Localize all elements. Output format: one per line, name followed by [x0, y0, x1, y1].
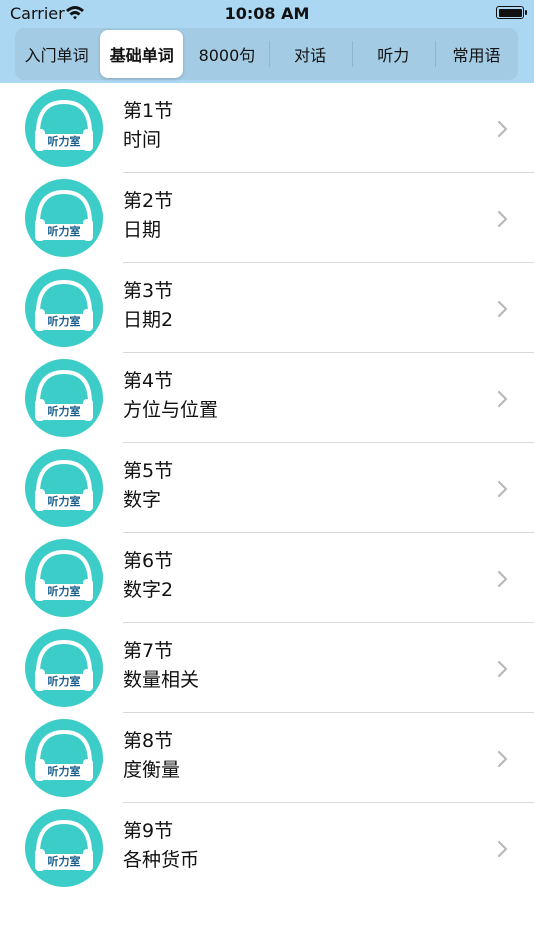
clock: 10:08 AM	[224, 4, 310, 23]
chevron-right-icon	[497, 480, 508, 498]
lesson-title: 日期2	[123, 309, 174, 331]
lesson-section: 第7节	[123, 640, 174, 662]
lesson-section: 第4节	[123, 370, 174, 392]
headphones-icon: 听力室	[25, 359, 103, 437]
icon-badge-text: 听力室	[47, 225, 81, 238]
lesson-section: 第5节	[123, 460, 174, 482]
lesson-row[interactable]: 听力室 第9节各种货币	[0, 803, 534, 893]
lesson-title: 数量相关	[123, 669, 200, 691]
category-segmented-control: 入门单词 基础单词 8000句 对话 听力 常用语	[15, 28, 518, 80]
lesson-title: 度衡量	[123, 759, 181, 781]
headphones-icon: 听力室	[25, 719, 103, 797]
lesson-row[interactable]: 听力室 第8节度衡量	[0, 713, 534, 803]
icon-badge-text: 听力室	[47, 315, 81, 328]
lesson-section: 第1节	[123, 100, 174, 122]
lesson-row[interactable]: 听力室 第3节日期2	[0, 263, 534, 353]
lesson-title: 方位与位置	[123, 399, 219, 421]
headphones-icon: 听力室	[25, 269, 103, 347]
tab-4[interactable]: 听力	[351, 28, 435, 80]
tab-5[interactable]: 常用语	[434, 28, 518, 80]
headphones-icon: 听力室	[25, 629, 103, 707]
lesson-title: 数字	[123, 489, 162, 511]
battery-icon	[496, 6, 527, 19]
headphones-icon: 听力室	[25, 809, 103, 887]
icon-badge-text: 听力室	[47, 135, 81, 148]
lesson-title: 数字2	[123, 579, 174, 601]
chevron-right-icon	[497, 660, 508, 678]
status-bar: Carrier 10:08 AM	[0, 0, 534, 28]
headphones-icon: 听力室	[25, 539, 103, 617]
chevron-right-icon	[497, 210, 508, 228]
lesson-section: 第6节	[123, 550, 174, 572]
lesson-title: 各种货币	[123, 849, 200, 871]
headphones-icon: 听力室	[25, 179, 103, 257]
lesson-section: 第3节	[123, 280, 174, 302]
chevron-right-icon	[497, 390, 508, 408]
lesson-list: 听力室 第1节 时间 听力室 第2节 日期 听力室 第3节 日期2 听力室 第4节 方位与位置 听力室第…	[0, 83, 534, 893]
header-bar: Carrier 10:08 AM 入门单词 基础单词 8000句 对话 听力 常用语	[0, 0, 534, 83]
chevron-right-icon	[497, 840, 508, 858]
chevron-right-icon	[497, 750, 508, 768]
chevron-right-icon	[497, 120, 508, 138]
lesson-section: 第9节	[123, 820, 174, 842]
lesson-row[interactable]: 听力室 第5节数字	[0, 443, 534, 533]
icon-badge-text: 听力室	[47, 585, 81, 598]
headphones-icon: 听力室	[25, 89, 103, 167]
icon-badge-text: 听力室	[47, 675, 81, 688]
lesson-section: 第8节	[123, 730, 174, 752]
chevron-right-icon	[497, 570, 508, 588]
lesson-row[interactable]: 听力室 第4节方位与位置	[0, 353, 534, 443]
tab-0[interactable]: 入门单词	[15, 28, 98, 80]
lesson-title: 时间	[123, 129, 162, 151]
icon-badge-text: 听力室	[47, 765, 81, 778]
headphones-icon: 听力室	[25, 449, 103, 527]
lesson-section: 第2节	[123, 190, 174, 212]
chevron-right-icon	[497, 300, 508, 318]
lesson-row[interactable]: 听力室 第1节时间	[0, 83, 534, 173]
lesson-row[interactable]: 听力室 第7节数量相关	[0, 623, 534, 713]
lesson-row[interactable]: 听力室 第2节日期	[0, 173, 534, 263]
icon-badge-text: 听力室	[47, 495, 81, 508]
icon-badge-text: 听力室	[47, 855, 81, 868]
lesson-row[interactable]: 听力室 第6节数字2	[0, 533, 534, 623]
lesson-title: 日期	[123, 219, 162, 241]
tab-1[interactable]: 基础单词	[100, 30, 184, 78]
tab-3[interactable]: 对话	[268, 28, 352, 80]
tab-2[interactable]: 8000句	[185, 28, 268, 80]
icon-badge-text: 听力室	[47, 405, 81, 418]
